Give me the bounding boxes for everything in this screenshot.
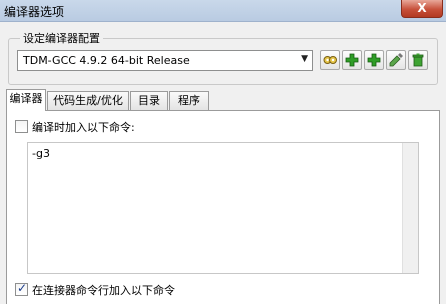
- tab-label: 编译器: [9, 92, 43, 105]
- window-title: 编译器选项: [4, 5, 65, 19]
- tab-programs[interactable]: 程序: [169, 91, 209, 110]
- tab-label: 目录: [138, 94, 160, 107]
- compiler-set-selected: TDM-GCC 4.9.2 64-bit Release: [23, 54, 190, 67]
- compile-commands-textarea[interactable]: -g3: [27, 142, 419, 274]
- compile-commands-label: 编译时加入以下命令:: [32, 121, 135, 134]
- gears-icon: [323, 56, 337, 64]
- add-compiler-folder-button[interactable]: [364, 50, 384, 70]
- tab-directories[interactable]: 目录: [130, 91, 168, 110]
- tab-label: 代码生成/优化: [53, 94, 123, 107]
- delete-compiler-button[interactable]: [408, 50, 428, 70]
- add-compiler-button[interactable]: [342, 50, 362, 70]
- rename-compiler-button[interactable]: [386, 50, 406, 70]
- title-bar[interactable]: 编译器选项 X: [0, 0, 446, 22]
- add-icon: [367, 53, 381, 67]
- close-button[interactable]: X: [401, 0, 443, 18]
- tab-compiler[interactable]: 编译器: [6, 89, 46, 111]
- checkmark-icon: ✓: [17, 281, 28, 295]
- vertical-scrollbar[interactable]: [402, 143, 418, 273]
- linker-commands-checkbox[interactable]: ✓: [15, 281, 28, 296]
- add-icon: [345, 53, 359, 67]
- linker-commands-label: 在连接器命令行加入以下命令: [32, 284, 175, 297]
- compiler-set-select[interactable]: TDM-GCC 4.9.2 64-bit Release ▼: [17, 50, 313, 71]
- compile-commands-text: -g3: [32, 147, 50, 160]
- compiler-options-window: 编译器选项 X 设定编译器配置 TDM-GCC 4.9.2 64-bit Rel…: [0, 0, 446, 304]
- compile-commands-checkbox[interactable]: [15, 120, 28, 133]
- compiler-settings-button[interactable]: [320, 50, 340, 70]
- chevron-down-icon: ▼: [301, 54, 308, 64]
- rename-icon: [389, 53, 403, 67]
- compiler-set-legend: 设定编译器配置: [20, 30, 103, 46]
- tab-code-generation[interactable]: 代码生成/优化: [47, 91, 129, 110]
- tab-label: 程序: [178, 94, 200, 107]
- trash-icon: [412, 53, 424, 67]
